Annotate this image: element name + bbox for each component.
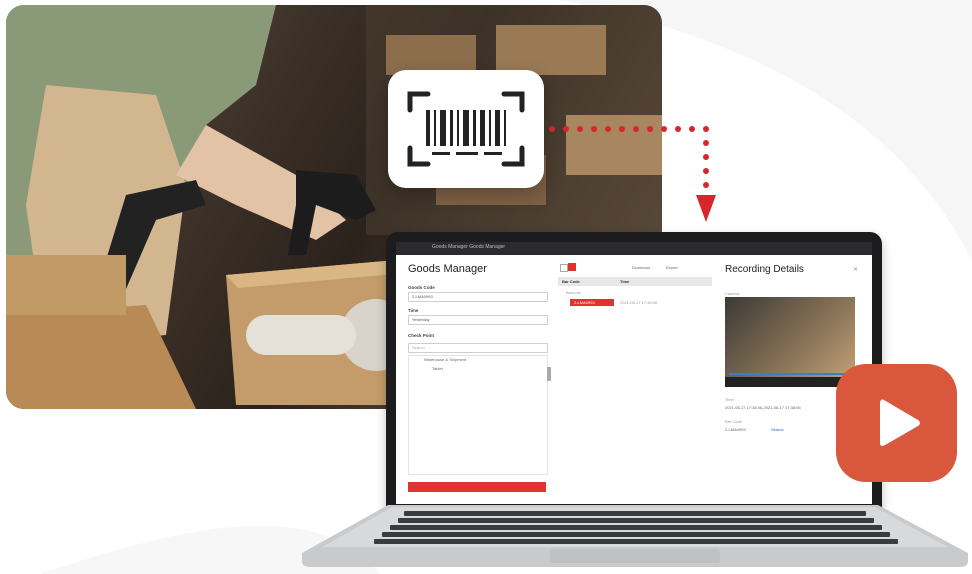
list-view-icon[interactable]	[560, 264, 568, 272]
group-row[interactable]: Barcode	[566, 290, 581, 295]
search-panel: Goods Manager Goods Code 2-LMA0993 Time …	[396, 255, 555, 504]
selected-row-code: 2-LMA0993	[574, 300, 595, 305]
play-icon	[880, 399, 920, 446]
results-panel: Download Export Bar Code Time Barcode 2-…	[554, 255, 717, 504]
barcode-icon	[407, 91, 525, 167]
search-placeholder: Search	[412, 345, 425, 350]
search-link[interactable]: Search	[771, 427, 784, 432]
export-button[interactable]: Export	[666, 265, 678, 270]
time-select[interactable]: Yesterday	[408, 315, 548, 325]
laptop-base	[302, 505, 968, 567]
laptop-screen: Goods Manager Goods Manager Goods Manage…	[396, 242, 872, 504]
video-progress[interactable]	[729, 373, 851, 375]
scrollbar[interactable]	[547, 367, 551, 381]
play-button[interactable]	[836, 364, 957, 482]
window-title: Goods Manager Goods Manager	[432, 244, 506, 250]
time-label-detail: Time	[725, 397, 734, 402]
grid-view-icon[interactable]	[568, 263, 576, 271]
page-title: Goods Manager	[408, 263, 487, 275]
time-range-value: 2021-06-17 17:38:06-2021-06-17 17:38:06	[725, 405, 801, 410]
video-label: Camera	[725, 291, 740, 296]
time-value: Yesterday	[412, 317, 430, 322]
goods-code-value: 2-LMA0993	[412, 294, 433, 299]
barcode-label-detail: Bar Code	[725, 419, 742, 424]
goods-code-input[interactable]: 2-LMA0993	[408, 292, 548, 302]
time-label: Time	[408, 308, 419, 313]
selected-row-time: 2021-06-17 17:38:06	[620, 300, 658, 305]
search-button[interactable]	[408, 482, 546, 492]
table-header	[558, 277, 712, 286]
details-title: Recording Details	[725, 264, 804, 275]
goods-code-label: Goods Code	[408, 285, 435, 290]
barcode-value-detail: 2-LMA0993	[725, 427, 746, 432]
search-input[interactable]: Search	[408, 343, 548, 353]
tree-panel	[408, 355, 548, 475]
close-icon[interactable]: ✕	[853, 266, 858, 273]
download-button[interactable]: Download	[632, 265, 650, 270]
column-time: Time	[620, 279, 630, 284]
column-barcode: Bar Code	[562, 279, 580, 284]
barcode-scan-icon-card	[388, 70, 544, 188]
check-point-label: Check Point	[408, 333, 435, 338]
window-titlebar: Goods Manager Goods Manager	[396, 242, 872, 255]
